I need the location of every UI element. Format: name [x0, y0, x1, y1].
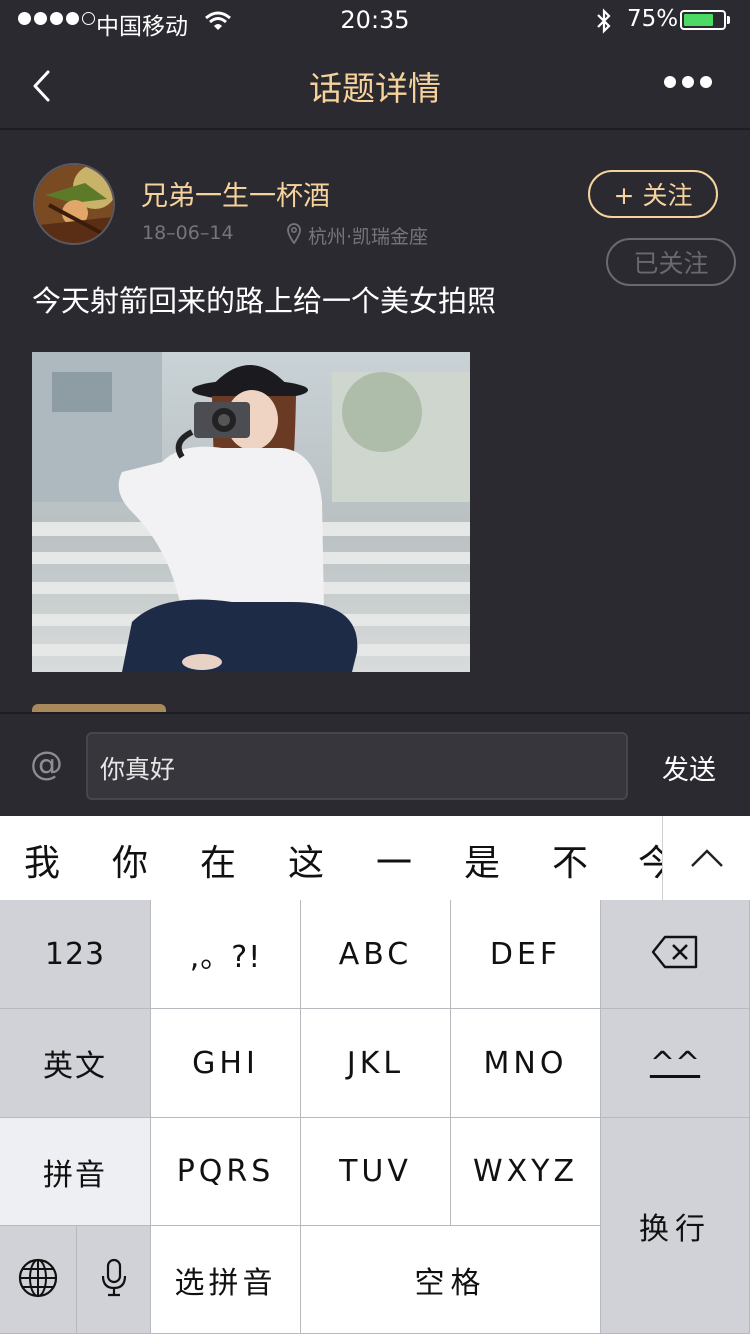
- candidate-word[interactable]: 在: [200, 834, 236, 886]
- candidate-word[interactable]: 你: [112, 834, 148, 886]
- key-pqrs[interactable]: PQRS: [151, 1118, 301, 1226]
- microphone-key[interactable]: [77, 1226, 151, 1334]
- backspace-key[interactable]: [601, 900, 750, 1009]
- key-emoticon[interactable]: ^^: [601, 1009, 750, 1118]
- globe-icon: [17, 1257, 59, 1303]
- battery-fill: [684, 14, 713, 26]
- key-pinyin[interactable]: 拼音: [0, 1118, 151, 1226]
- key-label: 123: [44, 936, 106, 972]
- key-tuv[interactable]: TUV: [301, 1118, 451, 1226]
- more-dots-icon[interactable]: [664, 76, 712, 88]
- key-label: 英文: [43, 1049, 107, 1084]
- key-label: ^^: [649, 1045, 701, 1081]
- candidate-word[interactable]: 一: [376, 834, 412, 886]
- bluetooth-icon: [594, 8, 614, 38]
- globe-key[interactable]: [0, 1226, 77, 1334]
- key-def[interactable]: DEF: [451, 900, 601, 1009]
- key-english[interactable]: 英文: [0, 1009, 151, 1118]
- key-label: 选拼音: [174, 1265, 277, 1301]
- key-jkl[interactable]: JKL: [301, 1009, 451, 1118]
- comment-input-value: 你真好: [100, 755, 176, 784]
- candidate-bar: 我 你 在 这 一 是 不 今: [0, 816, 750, 900]
- avatar[interactable]: [33, 163, 115, 245]
- navigation-bar: 话题详情: [0, 42, 750, 130]
- key-mno[interactable]: MNO: [451, 1009, 601, 1118]
- key-label: MNO: [483, 1045, 568, 1081]
- space-key[interactable]: 空格: [301, 1226, 601, 1334]
- key-label: GHI: [192, 1045, 259, 1081]
- battery-tip: [727, 16, 730, 24]
- location-pin-icon: [286, 222, 302, 248]
- candidate-word[interactable]: 是: [464, 834, 500, 886]
- key-label: ,。?!: [189, 940, 262, 975]
- key-label: 空格: [414, 1265, 487, 1301]
- mention-button[interactable]: @: [30, 744, 63, 783]
- key-label: PQRS: [176, 1154, 275, 1189]
- key-label: DEF: [489, 936, 562, 972]
- post-photo[interactable]: [32, 352, 470, 672]
- candidate-word[interactable]: 不: [552, 834, 588, 886]
- key-label: TUV: [339, 1154, 412, 1189]
- key-label: 拼音: [43, 1157, 107, 1193]
- key-abc[interactable]: ABC: [301, 900, 451, 1009]
- key-wxyz[interactable]: WXYZ: [451, 1118, 601, 1226]
- battery-icon: [680, 10, 726, 30]
- follow-button[interactable]: + 关注: [588, 170, 718, 218]
- key-newline[interactable]: 换行: [601, 1118, 750, 1334]
- key-label: ABC: [338, 936, 413, 972]
- send-button[interactable]: 发送: [662, 748, 716, 787]
- post-location: 杭州·凯瑞金座: [308, 226, 429, 248]
- username[interactable]: 兄弟一生一杯酒: [141, 174, 330, 213]
- status-bar: 中国移动 20:35 75%: [0, 0, 750, 42]
- comment-bar: @ 你真好 发送: [0, 712, 750, 818]
- key-label: 换行: [639, 1211, 711, 1247]
- followed-button[interactable]: 已关注: [606, 238, 736, 286]
- candidate-word[interactable]: 我: [24, 834, 60, 886]
- post-text: 今天射箭回来的路上给一个美女拍照: [32, 284, 497, 318]
- microphone-icon: [101, 1258, 127, 1302]
- key-select-pinyin[interactable]: 选拼音: [151, 1226, 301, 1334]
- candidate-word[interactable]: 这: [288, 834, 324, 886]
- backspace-icon: [651, 935, 699, 973]
- post-date: 18–06–14: [142, 222, 234, 244]
- chevron-up-icon[interactable]: [662, 816, 750, 900]
- comment-input[interactable]: 你真好: [86, 732, 628, 800]
- key-label: JKL: [346, 1045, 405, 1081]
- battery-percentage: 75%: [627, 6, 679, 32]
- key-123[interactable]: 123: [0, 900, 151, 1009]
- key-label: WXYZ: [472, 1154, 579, 1189]
- key-ghi[interactable]: GHI: [151, 1009, 301, 1118]
- key-punctuation[interactable]: ,。?!: [151, 900, 301, 1009]
- page-title: 话题详情: [309, 69, 441, 108]
